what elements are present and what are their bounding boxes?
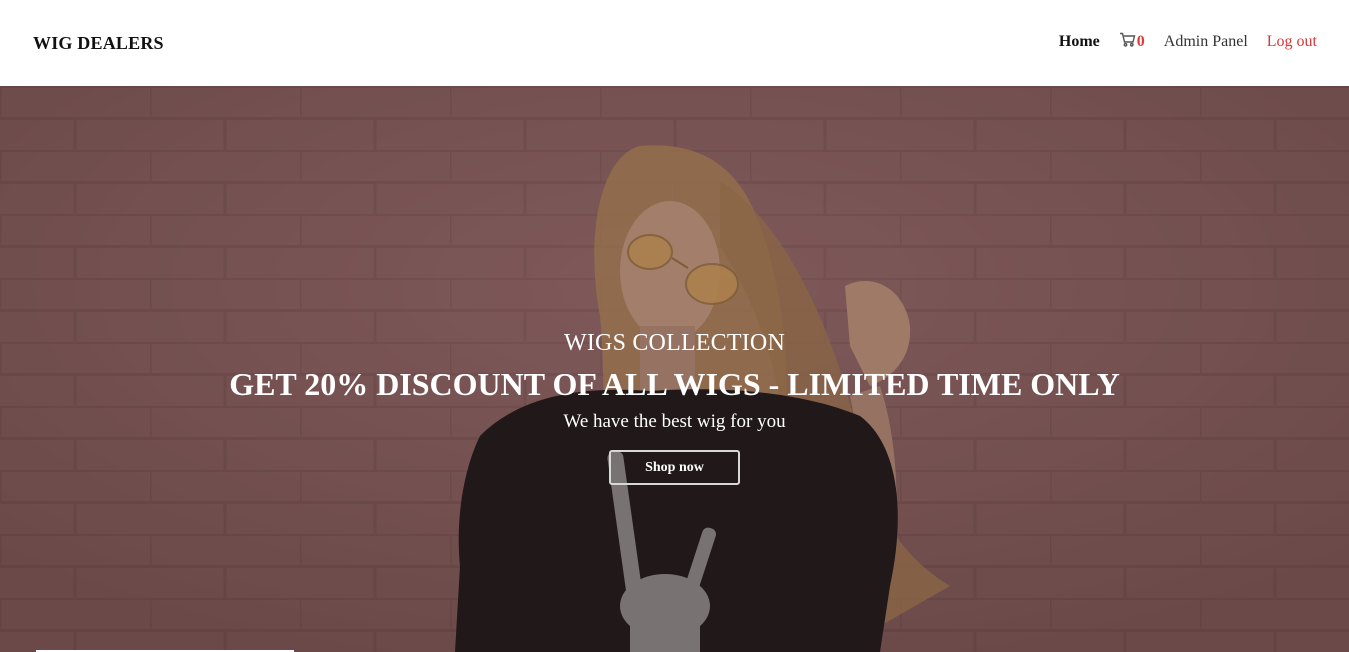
hero-banner: WIGS COLLECTION GET 20% DISCOUNT OF ALL … (0, 86, 1349, 652)
cart-count-badge: 0 (1136, 33, 1145, 50)
brand-logo-link[interactable]: WIG DEALERS (33, 33, 164, 54)
shop-now-button[interactable]: Shop now (609, 450, 740, 485)
hero-eyebrow: WIGS COLLECTION (564, 330, 785, 356)
top-navbar: WIG DEALERS Home 0 Admin Panel Log out (0, 0, 1349, 86)
nav-home-link[interactable]: Home (1059, 33, 1100, 51)
shopping-cart-icon (1119, 32, 1136, 52)
main-nav: Home 0 Admin Panel Log out (1059, 32, 1317, 52)
hero-content: WIGS COLLECTION GET 20% DISCOUNT OF ALL … (0, 329, 1349, 485)
nav-logout-link[interactable]: Log out (1267, 33, 1317, 51)
hero-subline: We have the best wig for you (563, 411, 786, 432)
nav-admin-panel-link[interactable]: Admin Panel (1164, 33, 1248, 51)
nav-cart-link[interactable]: 0 (1119, 32, 1145, 52)
hero-headline: GET 20% DISCOUNT OF ALL WIGS - LIMITED T… (229, 366, 1120, 402)
